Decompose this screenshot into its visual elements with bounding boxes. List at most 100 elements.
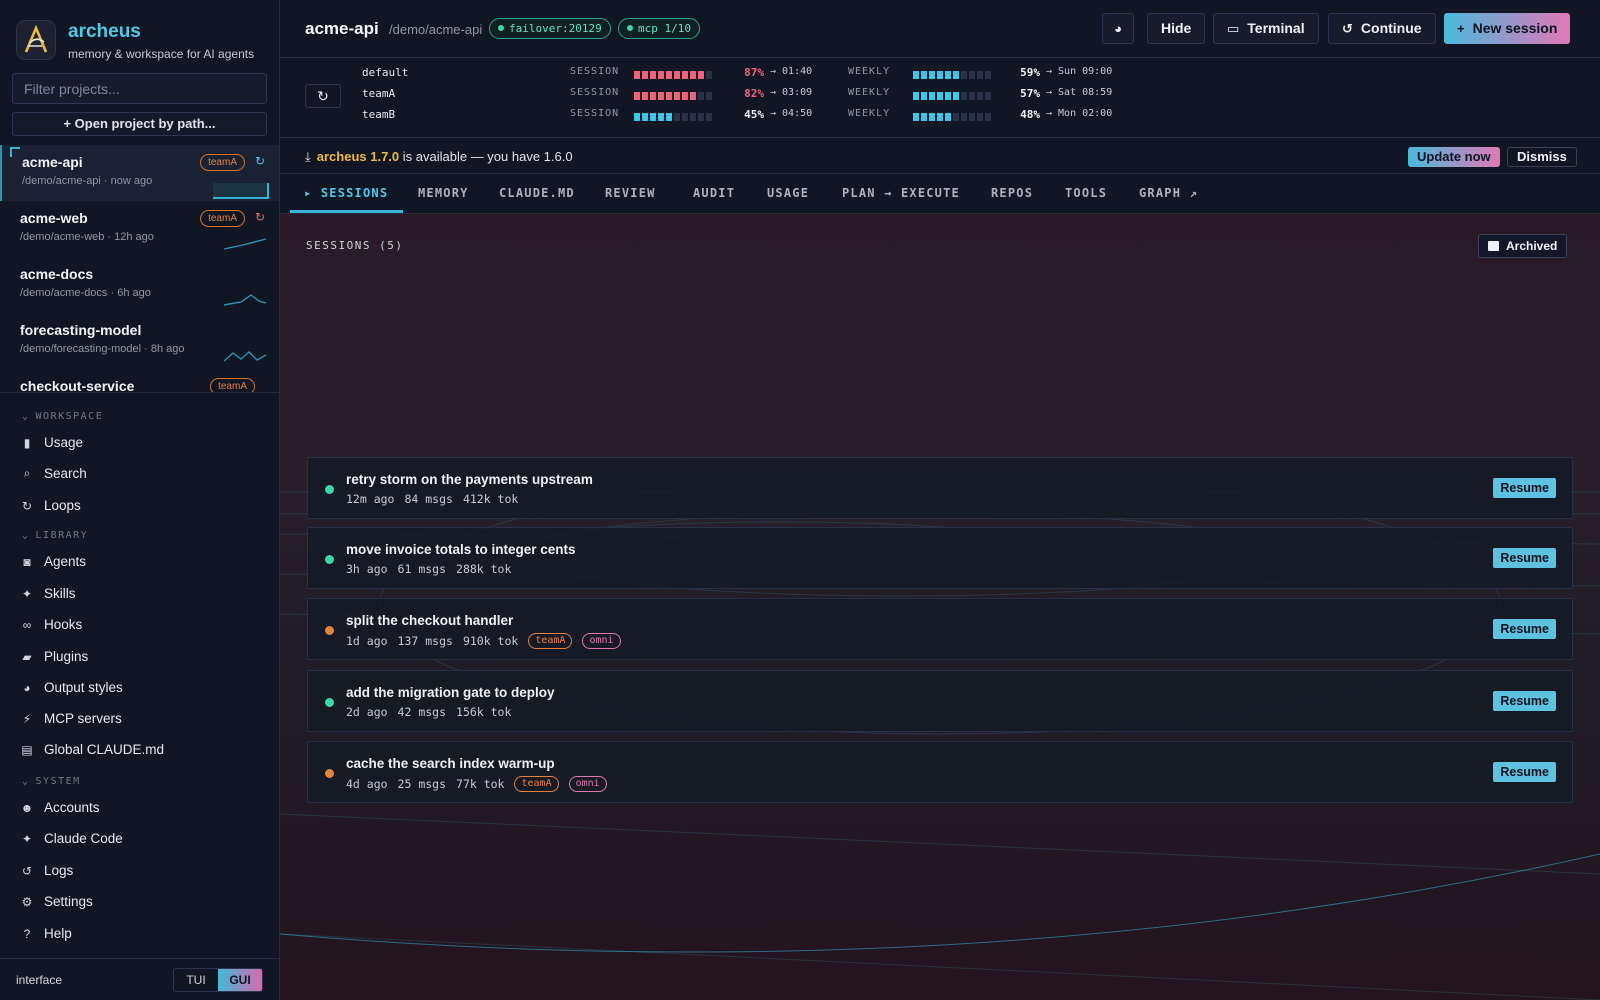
section-library[interactable]: ⌄ LIBRARY — [22, 530, 88, 541]
status-dot — [325, 698, 334, 707]
project-item-acme-api[interactable]: acme-api /demo/acme-api · now ago teamA … — [0, 145, 279, 201]
project-item-forecasting-model[interactable]: forecasting-model /demo/forecasting-mode… — [0, 313, 279, 369]
nav-accounts[interactable]: ☻ Accounts — [20, 800, 100, 815]
session-msgs: 42 msgs — [397, 705, 447, 719]
refresh-icon[interactable]: ↻ — [255, 154, 265, 168]
archived-button[interactable]: Archived — [1478, 234, 1568, 258]
session-usage-bar — [634, 90, 714, 103]
nav-claude-code[interactable]: ✦ Claude Code — [20, 831, 123, 846]
dismiss-button[interactable]: Dismiss — [1507, 147, 1577, 167]
open-project-button[interactable]: + Open project by path... — [12, 112, 267, 136]
new-session-button[interactable]: + New session — [1444, 13, 1571, 44]
session-age: 1d ago — [346, 634, 388, 648]
resume-button[interactable]: Resume — [1493, 619, 1556, 639]
session-tokens: 156k tok — [456, 705, 512, 719]
nav-agents[interactable]: ◙ Agents — [20, 554, 86, 569]
plug-icon: ⚡ — [22, 711, 32, 726]
filter-projects-input[interactable] — [12, 73, 267, 104]
session-card[interactable]: retry storm on the payments upstream 12m … — [307, 457, 1573, 519]
nav-loops[interactable]: ↻ Loops — [20, 498, 81, 513]
nav-skills[interactable]: ✦ Skills — [20, 586, 76, 601]
external-link-icon: ↗ — [1189, 186, 1198, 200]
account-name: teamA — [362, 87, 396, 100]
nav-global-claude-md[interactable]: ▤ Global CLAUDE.md — [20, 742, 164, 757]
project-name: forecasting-model — [20, 322, 142, 338]
tui-option[interactable]: TUI — [174, 969, 218, 991]
session-card[interactable]: split the checkout handler 1d ago 137 msgs… — [307, 598, 1573, 660]
palette-icon: ◕ — [23, 680, 31, 695]
session-reset: → 03:09 — [770, 87, 813, 98]
refresh-icon[interactable]: ↻ — [255, 210, 265, 224]
nav-mcp-servers[interactable]: ⚡ MCP servers — [20, 711, 122, 726]
nav-settings[interactable]: ⚙ Settings — [20, 894, 93, 909]
weekly-usage-bar — [913, 111, 993, 124]
nav-output-styles[interactable]: ◕ Output styles — [20, 680, 122, 695]
file-icon: ▤ — [21, 742, 33, 757]
usage-panel: ↻ default SESSION 87% → 01:40 WEEKLY 59% → Sun… — [280, 58, 1600, 138]
tab-usage[interactable]: USAGE — [767, 186, 809, 200]
project-item-checkout-service[interactable]: checkout-service teamA — [0, 369, 279, 392]
tab-bar: ▸ SESSIONS MEMORY CLAUDE.MD REVIEW AUDIT… — [280, 174, 1600, 214]
status-dot — [325, 769, 334, 778]
session-card[interactable]: add the migration gate to deploy 2d ago 42… — [307, 670, 1573, 732]
hide-button[interactable]: Hide — [1147, 13, 1206, 44]
robot-icon: ◙ — [23, 554, 31, 569]
session-usage-bar — [634, 69, 714, 82]
tab-audit[interactable]: AUDIT — [693, 186, 735, 200]
nav-plugins[interactable]: ▰ Plugins — [20, 649, 88, 664]
nav-help[interactable]: ? Help — [20, 926, 72, 941]
failover-status-badge: failover:20129 — [489, 18, 611, 39]
terminal-button[interactable]: ▭ Terminal — [1213, 13, 1319, 44]
continue-button[interactable]: ↺ Continue — [1328, 13, 1436, 44]
nav-usage[interactable]: ▮ Usage — [20, 435, 83, 450]
nav-search[interactable]: ⌕ Search — [20, 466, 87, 481]
folder-icon: ▰ — [22, 649, 32, 664]
weekly-reset: → Mon 02:00 — [1046, 108, 1113, 119]
sessions-heading: SESSIONS (5) — [306, 239, 404, 252]
update-now-button[interactable]: Update now — [1408, 147, 1500, 167]
active-tab-indicator — [290, 210, 403, 213]
brand: archeus memory & workspace for AI agents — [16, 20, 254, 61]
search-icon: ⌕ — [23, 466, 31, 480]
tab-sessions[interactable]: ▸ SESSIONS — [304, 186, 388, 200]
session-age: 3h ago — [346, 562, 388, 576]
project-item-acme-web[interactable]: acme-web /demo/acme-web · 12h ago teamA … — [0, 201, 279, 257]
tab-plan-execute[interactable]: PLAN → EXECUTE — [842, 186, 960, 200]
session-card[interactable]: cache the search index warm-up 4d ago 25 m… — [307, 741, 1573, 803]
resume-button[interactable]: Resume — [1493, 762, 1556, 782]
project-item-acme-docs[interactable]: acme-docs /demo/acme-docs · 6h ago — [0, 257, 279, 313]
resume-button[interactable]: Resume — [1493, 478, 1556, 498]
section-system[interactable]: ⌄ SYSTEM — [22, 776, 81, 787]
chevron-down-icon: ⌄ — [22, 411, 30, 422]
tab-claude-md[interactable]: CLAUDE.MD — [499, 186, 575, 200]
gui-option[interactable]: GUI — [218, 969, 262, 991]
project-path: /demo/acme-api — [389, 22, 483, 37]
session-tag: teamA — [528, 633, 573, 649]
resume-button[interactable]: Resume — [1493, 691, 1556, 711]
project-tag: teamA — [210, 378, 255, 392]
interface-switcher: interface TUI GUI — [0, 958, 279, 1000]
main-area: acme-api /demo/acme-api failover:20129 m… — [280, 0, 1600, 1000]
usage-row: teamA SESSION 82% → 03:09 WEEKLY 57% → Sat 08:… — [280, 87, 1600, 105]
session-card[interactable]: move invoice totals to integer cents 3h a… — [307, 527, 1573, 589]
nav-logs[interactable]: ↺ Logs — [20, 863, 73, 878]
session-meta: 3h ago 61 msgs 288k tok — [346, 562, 511, 576]
interface-label: interface — [16, 973, 63, 987]
nav-hooks[interactable]: ∞ Hooks — [20, 617, 83, 632]
theme-button[interactable]: ◕ — [1102, 13, 1134, 44]
session-msgs: 84 msgs — [404, 492, 453, 506]
resume-button[interactable]: Resume — [1493, 548, 1556, 568]
tab-graph[interactable]: GRAPH ↗ — [1139, 186, 1198, 200]
session-title: retry storm on the payments upstream — [346, 472, 593, 487]
tab-repos[interactable]: REPOS — [991, 186, 1033, 200]
palette-icon: ◕ — [1114, 21, 1122, 36]
tab-memory[interactable]: MEMORY — [418, 186, 469, 200]
project-list: acme-api /demo/acme-api · now ago teamA … — [0, 145, 279, 393]
session-msgs: 61 msgs — [397, 562, 447, 576]
session-tag: omni — [582, 633, 621, 649]
archive-icon — [1488, 241, 1499, 251]
status-dot — [325, 485, 334, 494]
tab-tools[interactable]: TOOLS — [1065, 186, 1107, 200]
section-workspace[interactable]: ⌄ WORKSPACE — [22, 411, 103, 422]
tab-review[interactable]: REVIEW — [605, 186, 656, 200]
